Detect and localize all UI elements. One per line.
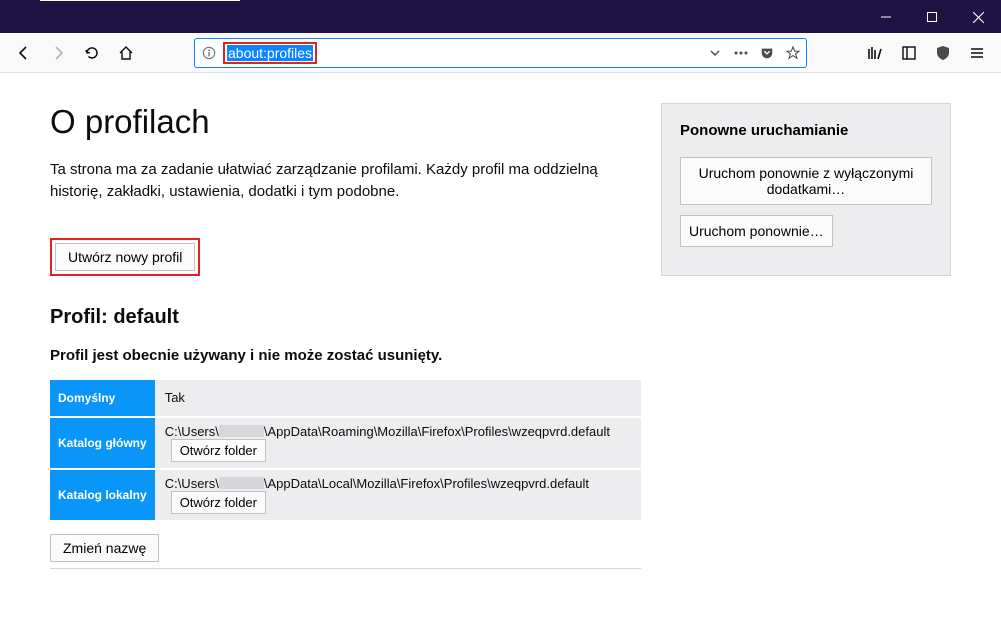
- row-value: C:\Users\\AppData\Roaming\Mozilla\Firefo…: [155, 418, 641, 468]
- close-window-button[interactable]: [955, 1, 1001, 33]
- forward-button[interactable]: [42, 37, 74, 69]
- pocket-icon[interactable]: [754, 46, 780, 60]
- new-tab-button[interactable]: [240, 0, 272, 1]
- table-row: Katalog lokalny C:\Users\\AppData\Local\…: [50, 470, 641, 520]
- shield-icon[interactable]: [927, 37, 959, 69]
- open-folder-button[interactable]: Otwórz folder: [171, 439, 266, 462]
- home-button[interactable]: [110, 37, 142, 69]
- table-row: Katalog główny C:\Users\\AppData\Roaming…: [50, 418, 641, 468]
- create-profile-highlight: Utwórz nowy profil: [50, 238, 200, 276]
- profile-table: Domyślny Tak Katalog główny C:\Users\\Ap…: [50, 378, 641, 522]
- restart-addons-disabled-button[interactable]: Uruchom ponownie z wyłączonymi dodatkami…: [680, 157, 932, 205]
- row-value: Tak: [155, 380, 641, 416]
- info-icon[interactable]: [195, 46, 223, 60]
- browser-tab[interactable]: O profilach: [40, 0, 240, 1]
- divider: [50, 568, 641, 569]
- row-label: Katalog lokalny: [50, 470, 155, 520]
- redacted-username: [219, 477, 264, 489]
- sidebar-icon[interactable]: [893, 37, 925, 69]
- create-profile-button[interactable]: Utwórz nowy profil: [55, 243, 195, 271]
- restart-button[interactable]: Uruchom ponownie…: [680, 215, 833, 247]
- redacted-username: [219, 425, 264, 437]
- row-value: C:\Users\\AppData\Local\Mozilla\Firefox\…: [155, 470, 641, 520]
- rename-button[interactable]: Zmień nazwę: [50, 534, 159, 562]
- url-highlight: about:profiles: [223, 42, 317, 64]
- maximize-button[interactable]: [909, 1, 955, 33]
- navigation-toolbar: about:profiles: [0, 33, 1001, 73]
- menu-icon[interactable]: [961, 37, 993, 69]
- url-text: about:profiles: [227, 45, 313, 61]
- minimize-button[interactable]: [863, 1, 909, 33]
- table-row: Domyślny Tak: [50, 380, 641, 416]
- bookmark-star-icon[interactable]: [780, 46, 806, 60]
- main-content: O profilach Ta strona ma za zadanie ułat…: [50, 103, 641, 569]
- library-icon[interactable]: [859, 37, 891, 69]
- row-label: Katalog główny: [50, 418, 155, 468]
- url-bar[interactable]: about:profiles: [194, 38, 807, 68]
- reload-button[interactable]: [76, 37, 108, 69]
- sidebar-heading: Ponowne uruchamianie: [680, 122, 932, 139]
- row-label: Domyślny: [50, 380, 155, 416]
- restart-sidebar: Ponowne uruchamianie Uruchom ponownie z …: [661, 103, 951, 276]
- dropdown-icon[interactable]: [702, 48, 728, 58]
- open-folder-button[interactable]: Otwórz folder: [171, 491, 266, 514]
- profile-status: Profil jest obecnie używany i nie może z…: [50, 347, 641, 364]
- page-actions-icon[interactable]: [728, 51, 754, 55]
- profile-heading: Profil: default: [50, 306, 641, 329]
- page-description: Ta strona ma za zadanie ułatwiać zarządz…: [50, 159, 630, 203]
- back-button[interactable]: [8, 37, 40, 69]
- window-titlebar: [0, 1, 1001, 33]
- page-title: O profilach: [50, 103, 641, 141]
